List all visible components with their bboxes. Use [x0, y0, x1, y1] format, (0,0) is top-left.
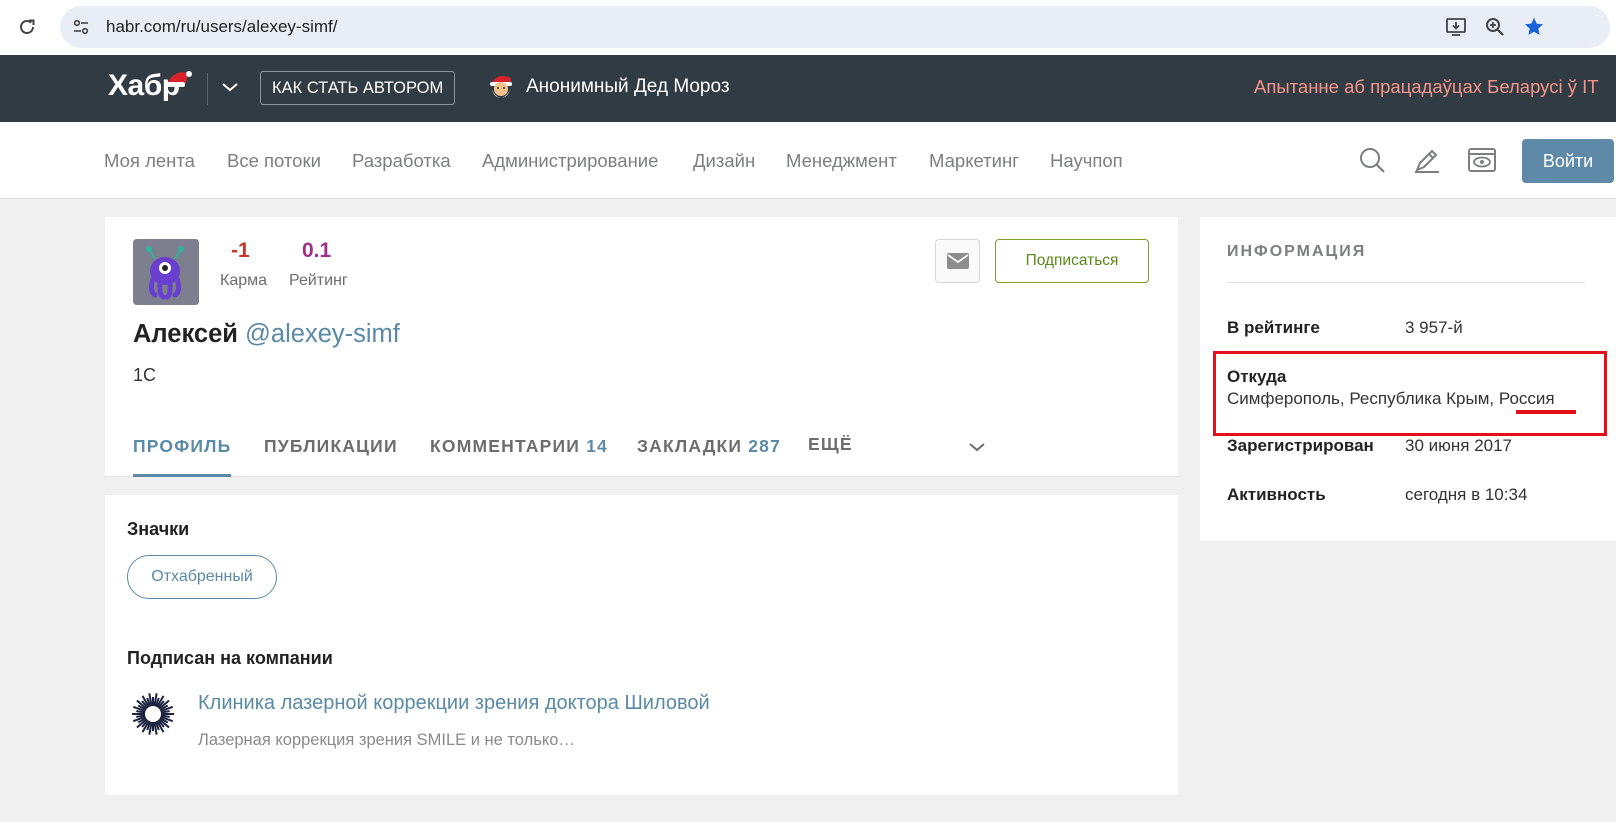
company-description: Лазерная коррекция зрения SMILE и не тол… [198, 731, 575, 749]
profile-details-card: Значки Отхабренный Подписан на компании … [105, 495, 1178, 795]
info-registered-value: 30 июня 2017 [1405, 436, 1513, 455]
browser-toolbar: habr.com/ru/users/alexey-simf/ [0, 0, 1616, 55]
profile-card: -1 Карма 0.1 Рейтинг Подписаться Алексей… [105, 217, 1178, 477]
avatar[interactable] [133, 239, 199, 305]
tab-bookmarks-label: ЗАКЛАДКИ [637, 436, 743, 456]
nav-item-design[interactable]: Дизайн [693, 150, 755, 172]
envelope-icon [946, 253, 969, 269]
user-fullname: Алексей @alexey-simf [133, 320, 400, 349]
user-specialization: 1С [133, 365, 157, 385]
rating-label: Рейтинг [289, 272, 348, 289]
info-rating-value[interactable]: 3 957-й [1405, 318, 1463, 338]
site-info-icon[interactable] [68, 14, 94, 40]
tab-comments-label: КОММЕНТАРИИ [430, 436, 581, 456]
tab-bookmarks[interactable]: ЗАКЛАДКИ 287 [637, 436, 781, 457]
info-divider [1227, 282, 1585, 283]
nav-item-administration[interactable]: Администрирование [482, 150, 658, 172]
location-highlight-box [1213, 351, 1607, 436]
how-to-become-author-button[interactable]: КАК СТАТЬ АВТОРОМ [260, 71, 456, 105]
info-registered-label: Зарегистрирован [1227, 436, 1374, 455]
send-message-button[interactable] [935, 239, 980, 283]
nav-item-development[interactable]: Разработка [352, 150, 451, 172]
url-text[interactable]: habr.com/ru/users/alexey-simf/ [106, 17, 337, 37]
country-underline [1516, 410, 1576, 414]
karma-value[interactable]: -1 [231, 239, 250, 263]
nav-item-popsci[interactable]: Научпоп [1050, 150, 1123, 172]
info-activity-value: сегодня в 10:34 [1405, 485, 1528, 504]
rating-value[interactable]: 0.1 [302, 239, 331, 263]
main-nav: Моя лента Все потоки Разработка Админист… [0, 122, 1616, 199]
nav-item-my-feed[interactable]: Моя лента [104, 150, 195, 172]
tab-comments[interactable]: КОММЕНТАРИИ 14 [430, 436, 608, 457]
display-settings-eye-icon[interactable] [1466, 144, 1498, 176]
nav-item-marketing[interactable]: Маркетинг [929, 150, 1019, 172]
badges-title: Значки [127, 519, 190, 539]
reload-icon[interactable] [14, 14, 40, 40]
active-tab-indicator [133, 474, 231, 477]
write-pen-icon[interactable] [1411, 144, 1443, 176]
company-logo-icon[interactable] [129, 690, 177, 738]
header-divider [207, 73, 208, 105]
nav-item-management[interactable]: Менеджмент [786, 150, 897, 172]
tab-profile[interactable]: ПРОФИЛЬ [133, 436, 231, 457]
karma-label: Карма [220, 272, 268, 289]
bookmarks-count: 287 [748, 436, 782, 456]
promo-link[interactable]: Апытанне аб працадаўцах Беларусі ў IT [1254, 76, 1599, 98]
info-title: ИНФОРМАЦИЯ [1227, 243, 1367, 260]
site-header: Хабр КАК СТАТЬ АВТОРОМ Анонимный Дед Мор… [0, 55, 1616, 122]
zoom-icon[interactable] [1483, 15, 1507, 39]
companies-title: Подписан на компании [127, 648, 333, 668]
user-name-text: Алексей [133, 320, 238, 348]
santa-hat-icon [165, 71, 192, 87]
install-app-icon[interactable] [1444, 15, 1468, 39]
user-handle[interactable]: @alexey-simf [245, 320, 400, 348]
tab-more[interactable]: ЕЩЁ [808, 434, 853, 455]
comments-count: 14 [586, 436, 608, 456]
address-bar[interactable]: habr.com/ru/users/alexey-simf/ [60, 6, 1610, 48]
subscribe-button[interactable]: Подписаться [995, 239, 1149, 283]
santa-face-icon [490, 76, 512, 98]
login-button[interactable]: Войти [1522, 139, 1614, 183]
secret-santa-link[interactable]: Анонимный Дед Мороз [526, 76, 730, 98]
badge-otkhabrenny[interactable]: Отхабренный [127, 555, 277, 599]
bookmark-star-icon[interactable] [1522, 15, 1546, 39]
info-rating-label: В рейтинге [1227, 318, 1320, 337]
company-name-link[interactable]: Клиника лазерной коррекции зрения доктор… [198, 692, 710, 715]
chevron-down-icon[interactable] [965, 435, 989, 459]
search-icon[interactable] [1356, 144, 1388, 176]
info-activity-label: Активность [1227, 485, 1326, 504]
nav-item-all-streams[interactable]: Все потоки [227, 150, 321, 172]
tab-publications[interactable]: ПУБЛИКАЦИИ [264, 436, 398, 457]
chevron-down-icon[interactable] [218, 75, 242, 99]
